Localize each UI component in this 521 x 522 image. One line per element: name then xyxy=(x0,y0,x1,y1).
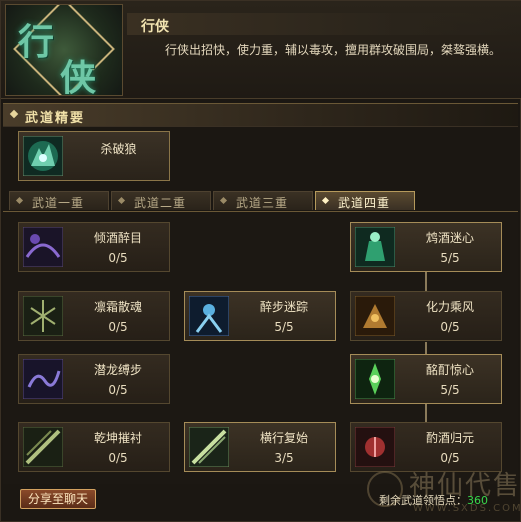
remaining-points-label: 剩余武道领悟点： xyxy=(379,494,467,507)
skill-name: 酩酊惊心 xyxy=(425,363,474,377)
wine-return-icon xyxy=(355,427,395,467)
skill-level: 5/5 xyxy=(274,320,294,334)
skill-level: 0/5 xyxy=(108,320,128,334)
class-header: 行 侠 行侠 行侠出招快，使力重，辅以毒攻，擅用群攻破围局，桀骜强横。 xyxy=(1,1,521,99)
tab-bullet-icon xyxy=(219,196,228,205)
tab-label: 武道四重 xyxy=(338,196,391,210)
share-to-chat-button[interactable]: 分享至聊天 xyxy=(20,489,96,509)
skill-zhenjiu-mixin[interactable]: 鸩酒迷心 5/5 xyxy=(350,222,502,272)
tab-label: 武道一重 xyxy=(32,196,85,210)
share-button-label: 分享至聊天 xyxy=(27,492,88,506)
ultimate-skill-card[interactable]: 杀破狼 xyxy=(18,131,170,181)
skill-name: 凛霜散魂 xyxy=(93,300,142,314)
skill-hengxing-fushi[interactable]: 横行复始 3/5 xyxy=(184,422,336,472)
remaining-points-value: 360 xyxy=(467,494,488,507)
ultimate-skill-name: 杀破狼 xyxy=(100,142,137,156)
skill-window: 行 侠 行侠 行侠出招快，使力重，辅以毒攻，擅用群攻破围局，桀骜强横。 武道精要… xyxy=(0,0,521,522)
skill-name: 化力乘风 xyxy=(425,300,474,314)
drunk-step-icon xyxy=(189,296,229,336)
title-strip xyxy=(127,13,519,35)
tab-label: 武道二重 xyxy=(134,196,187,210)
tab-bullet-icon xyxy=(117,196,126,205)
skill-level: 5/5 xyxy=(440,251,460,265)
tab-tier-3[interactable]: 武道三重 xyxy=(213,191,313,210)
wine-eye-icon xyxy=(23,227,63,267)
heaven-earth-icon xyxy=(23,427,63,467)
skill-level: 0/5 xyxy=(108,251,128,265)
skill-huali-chengfeng[interactable]: 化力乘风 0/5 xyxy=(350,291,502,341)
skill-mingding-jingxin[interactable]: 酩酊惊心 5/5 xyxy=(350,354,502,404)
poison-wine-icon xyxy=(355,227,395,267)
tab-tier-4[interactable]: 武道四重 xyxy=(315,191,415,210)
skill-connector xyxy=(425,272,427,292)
skill-name: 醉步迷踪 xyxy=(259,300,308,314)
skill-connector xyxy=(425,404,427,422)
wolf-spirit-icon xyxy=(23,136,63,176)
skill-name: 倾酒醉目 xyxy=(93,231,142,245)
skill-qingjiu-zuimu[interactable]: 倾酒醉目 0/5 xyxy=(18,222,170,272)
class-description: 行侠出招快，使力重，辅以毒攻，擅用群攻破围局，桀骜强横。 xyxy=(165,43,502,57)
skill-name: 酌酒归元 xyxy=(425,431,474,445)
frost-soul-icon xyxy=(23,296,63,336)
emblem-glyph-2: 侠 xyxy=(60,57,97,96)
section-title: 武道精要 xyxy=(25,111,86,126)
tab-bullet-icon xyxy=(321,196,330,205)
dragon-bind-icon xyxy=(23,359,63,399)
skill-qianlong-fubu[interactable]: 潜龙缚步 0/5 xyxy=(18,354,170,404)
remaining-points: 剩余武道领悟点：360 xyxy=(379,492,488,508)
skill-qiankun-cuichen[interactable]: 乾坤摧衬 0/5 xyxy=(18,422,170,472)
tab-label: 武道三重 xyxy=(236,196,289,210)
drunk-shock-icon xyxy=(355,359,395,399)
tab-tier-2[interactable]: 武道二重 xyxy=(111,191,211,210)
section-header: 武道精要 xyxy=(3,103,518,127)
wind-power-icon xyxy=(355,296,395,336)
rampage-icon xyxy=(189,427,229,467)
skill-name: 潜龙缚步 xyxy=(93,363,142,377)
skill-level: 0/5 xyxy=(108,383,128,397)
skill-level: 0/5 xyxy=(440,320,460,334)
class-title: 行侠 xyxy=(141,19,169,35)
skill-linshuang-sanhun[interactable]: 凛霜散魂 0/5 xyxy=(18,291,170,341)
section-bullet-icon xyxy=(9,109,19,119)
emblem-glyph-1: 行 xyxy=(18,21,55,63)
tab-tier-1[interactable]: 武道一重 xyxy=(9,191,109,210)
class-emblem: 行 侠 xyxy=(5,4,123,96)
tab-bullet-icon xyxy=(15,196,24,205)
skill-connector xyxy=(425,342,427,354)
skill-zuibu-mizong[interactable]: 醉步迷踪 5/5 xyxy=(184,291,336,341)
skill-level: 0/5 xyxy=(108,451,128,465)
skill-name: 乾坤摧衬 xyxy=(93,431,142,445)
tier-tabs: 武道一重 武道二重 武道三重 武道四重 xyxy=(3,191,518,212)
skill-level: 3/5 xyxy=(274,451,294,465)
skill-level: 5/5 xyxy=(440,383,460,397)
skill-name: 鸩酒迷心 xyxy=(425,231,474,245)
skill-name: 横行复始 xyxy=(259,431,308,445)
